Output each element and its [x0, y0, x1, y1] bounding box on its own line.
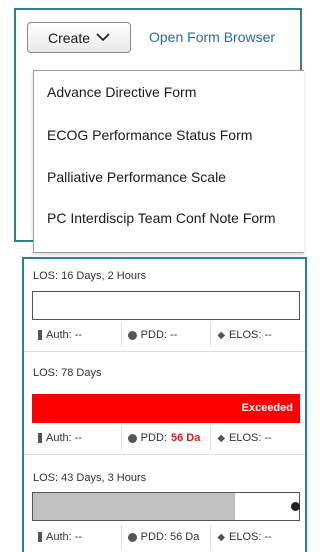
- stay-metrics: Auth: -- PDD: 56 Da ◆ ELOS: --: [32, 525, 300, 549]
- los-label: LOS: 43 Days, 3 Hours: [33, 472, 147, 484]
- pdd-metric: PDD: --: [122, 323, 212, 347]
- pdd-dot-icon: [127, 433, 137, 443]
- los-label: LOS: 16 Days, 2 Hours: [33, 270, 147, 282]
- auth-metric: Auth: --: [32, 426, 122, 450]
- pdd-metric: PDD: 56 Da: [122, 426, 212, 450]
- length-of-stay-panel: LOS: 16 Days, 2 Hours Auth: -- PDD: -- ◆…: [22, 257, 307, 552]
- los-marker-dot: [291, 502, 300, 511]
- create-button-label: Create: [47, 29, 91, 46]
- auth-value: Auth: --: [46, 432, 83, 444]
- stay-metrics: Auth: -- PDD: -- ◆ ELOS: --: [32, 323, 300, 347]
- pdd-value: 56 Da: [170, 432, 201, 444]
- auth-bar-icon: [38, 532, 42, 542]
- elos-metric: ◆ ELOS: --: [211, 525, 300, 549]
- elos-metric: ◆ ELOS: --: [211, 323, 300, 347]
- elos-value: ELOS: --: [229, 531, 272, 543]
- pdd-value: PDD: 56 Da: [140, 531, 200, 543]
- elos-value: ELOS: --: [229, 432, 272, 444]
- pdd-value: PDD: --: [140, 329, 178, 341]
- elos-metric: ◆ ELOS: --: [211, 426, 300, 450]
- auth-metric: Auth: --: [32, 323, 122, 347]
- divider: [24, 454, 305, 455]
- create-button[interactable]: Create: [27, 22, 131, 53]
- divider: [24, 351, 305, 352]
- auth-value: Auth: --: [46, 329, 83, 341]
- auth-value: Auth: --: [46, 531, 83, 543]
- elos-diamond-icon: ◆: [217, 432, 226, 444]
- elos-value: ELOS: --: [229, 329, 272, 341]
- pdd-label: PDD:: [140, 432, 167, 444]
- auth-bar-icon: [38, 330, 42, 340]
- los-progress-bar: [32, 492, 300, 521]
- menu-item-palliative-performance[interactable]: Palliative Performance Scale: [47, 168, 295, 187]
- los-progress-fill: [33, 493, 236, 520]
- pdd-metric: PDD: 56 Da: [122, 525, 212, 549]
- forms-panel: Create Open Form Browser Advance Directi…: [14, 8, 304, 253]
- menu-item-advance-directive[interactable]: Advance Directive Form: [47, 83, 295, 102]
- create-dropdown-menu: Advance Directive Form ECOG Performance …: [33, 70, 304, 253]
- open-form-browser-link[interactable]: Open Form Browser: [149, 29, 275, 45]
- los-progress-bar: [32, 291, 300, 320]
- pdd-dot-icon: [127, 532, 137, 542]
- exceeded-label: Exceeded: [241, 402, 293, 414]
- elos-diamond-icon: ◆: [217, 329, 226, 341]
- los-progress-bar: Exceeded: [32, 394, 300, 423]
- stay-metrics: Auth: -- PDD: 56 Da ◆ ELOS: --: [32, 426, 300, 450]
- menu-item-pc-team-conf-note[interactable]: PC Interdiscip Team Conf Note Form: [47, 209, 295, 228]
- auth-bar-icon: [38, 433, 42, 443]
- los-label: LOS: 78 Days: [33, 367, 102, 379]
- pdd-dot-icon: [127, 330, 137, 340]
- menu-item-ecog-performance[interactable]: ECOG Performance Status Form: [47, 126, 295, 145]
- chevron-down-icon: [96, 33, 110, 42]
- auth-metric: Auth: --: [32, 525, 122, 549]
- elos-diamond-icon: ◆: [217, 531, 226, 543]
